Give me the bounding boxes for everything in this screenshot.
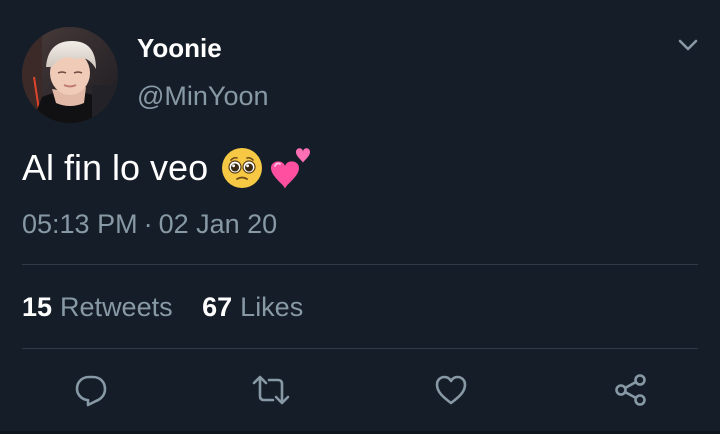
share-button[interactable] [611,370,651,410]
tweet-text: Al fin lo veo [22,147,209,188]
reply-icon [75,375,107,407]
like-button[interactable] [431,370,471,410]
timestamp-separator: · [143,209,153,239]
likes-label: Likes [240,292,304,322]
user-handle[interactable]: @MinYoon [137,80,269,112]
avatar[interactable] [22,27,118,123]
heart-icon [435,375,467,405]
retweets-stat[interactable]: 15 Retweets [22,292,180,322]
display-name[interactable]: Yoonie [137,33,222,63]
two-hearts-emoji [271,148,311,189]
reply-button[interactable] [71,370,111,410]
retweets-label: Retweets [60,292,173,322]
retweets-count: 15 [22,292,53,322]
likes-stat[interactable]: 67 Likes [202,292,303,322]
retweet-button[interactable] [251,370,291,410]
divider [22,348,698,349]
tweet-detail: Yoonie @MinYoon Al fin lo veo 05:13 PM ·… [0,0,720,434]
share-icon [615,374,646,406]
engagement-stats: 15 Retweets 67 Likes [22,290,303,324]
likes-count: 67 [202,292,233,322]
tweet-time: 05:13 PM [22,209,138,239]
pleading-face-emoji [222,148,263,188]
divider [22,264,698,265]
tweet-date: 02 Jan 20 [158,209,278,239]
tweet-body: Al fin lo veo [22,143,314,193]
emoji-group [220,144,314,192]
avatar-image [22,27,118,123]
tweet-timestamp: 05:13 PM · 02 Jan 20 [22,207,277,241]
chevron-down-icon[interactable] [677,37,699,53]
retweet-icon [252,375,290,405]
